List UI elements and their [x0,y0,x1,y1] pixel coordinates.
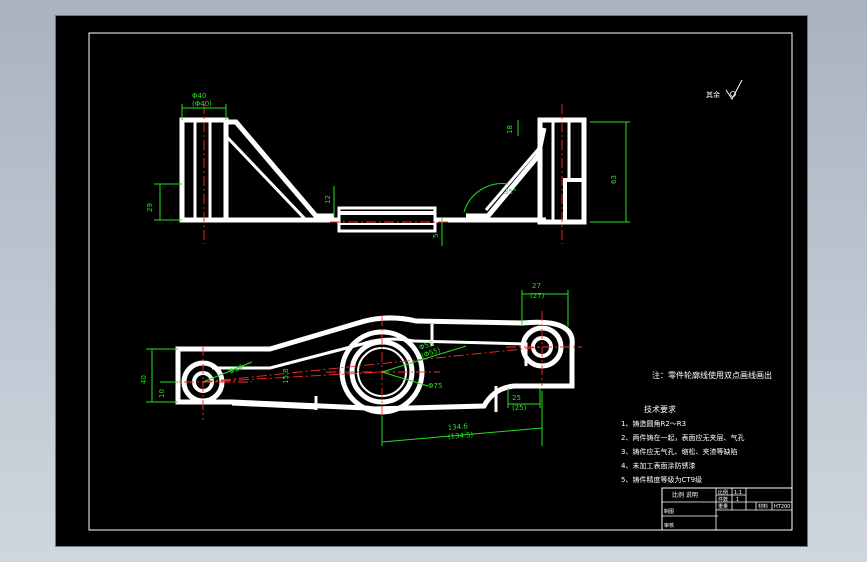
title-scale-label: 比例 [718,489,728,496]
roughness-label: 其余 [706,90,720,99]
dim-right-height: 63 [610,175,618,184]
tech-req-item: 4、未加工表面涂防锈漆 [621,461,695,470]
dim-left-height: 29 [146,203,154,212]
dim-left-height-bottom: 40 [140,375,148,384]
title-scale-value: 1:1 [734,490,742,496]
title-material-value: HT200 [774,504,790,510]
dim-right-top: 18 [506,125,514,134]
dim-right-small-tol: (25) [512,404,527,412]
dim-right-small: 25 [512,394,521,402]
tech-req-item: 5、铸件精度等级为CT9级 [621,475,702,484]
dim-rib-angle: 35° [504,188,516,196]
top-view [179,104,587,244]
title-checker-label: 审核 [664,522,674,529]
dim-web-thickness: 5 [432,234,440,238]
engineering-drawing: Φ40 (Φ40) 63 18 29 12 5 35° 40 10 27 (27… [88,32,793,531]
title-block: 比例 说明 比例 1:1 件数 1 重量 材料 HT200 制图 审核 [661,487,793,531]
cad-viewport[interactable]: Φ40 (Φ40) 63 18 29 12 5 35° 40 10 27 (27… [55,15,808,547]
dim-top-diameter: Φ40 [192,92,206,100]
dim-center-distance-tol: (134.5) [447,431,473,441]
tech-req-title: 技术要求 [644,404,676,414]
roughness-symbol: 其余 [706,79,743,100]
title-drawer-label: 制图 [664,508,674,515]
dim-plate-thickness: 12 [324,195,332,204]
dim-left-radius: 15.8 [282,368,290,384]
title-part-name: 比例 说明 [672,491,698,499]
dim-center-outer: Φ75 [428,382,442,390]
dim-top-diameter-tol: (Φ40) [192,100,212,108]
dim-right-top-width: 27 [532,282,541,290]
tech-req-item: 2、两件铸在一起，表面应无夹层、气孔 [621,433,744,442]
technical-requirements: 技术要求 1、铸造圆角R2～R3 2、两件铸在一起，表面应无夹层、气孔 3、铸件… [621,404,744,484]
title-qty-label: 件数 [718,496,728,503]
title-qty-value: 1 [736,497,739,503]
tech-req-item: 3、铸件应无气孔、缩松、夹渣等缺陷 [621,447,737,456]
tech-req-item: 1、铸造圆角R2～R3 [621,419,686,428]
drawing-note: 注：零件轮廓线使用双点画线画出 [652,370,772,380]
title-weight-label: 重量 [718,503,728,510]
dim-right-top-width-tol: (27) [530,292,545,300]
dim-left-small: 10 [158,389,166,398]
dim-left-bore: Φ24 [228,363,245,376]
title-material-label: 材料 [758,503,768,510]
